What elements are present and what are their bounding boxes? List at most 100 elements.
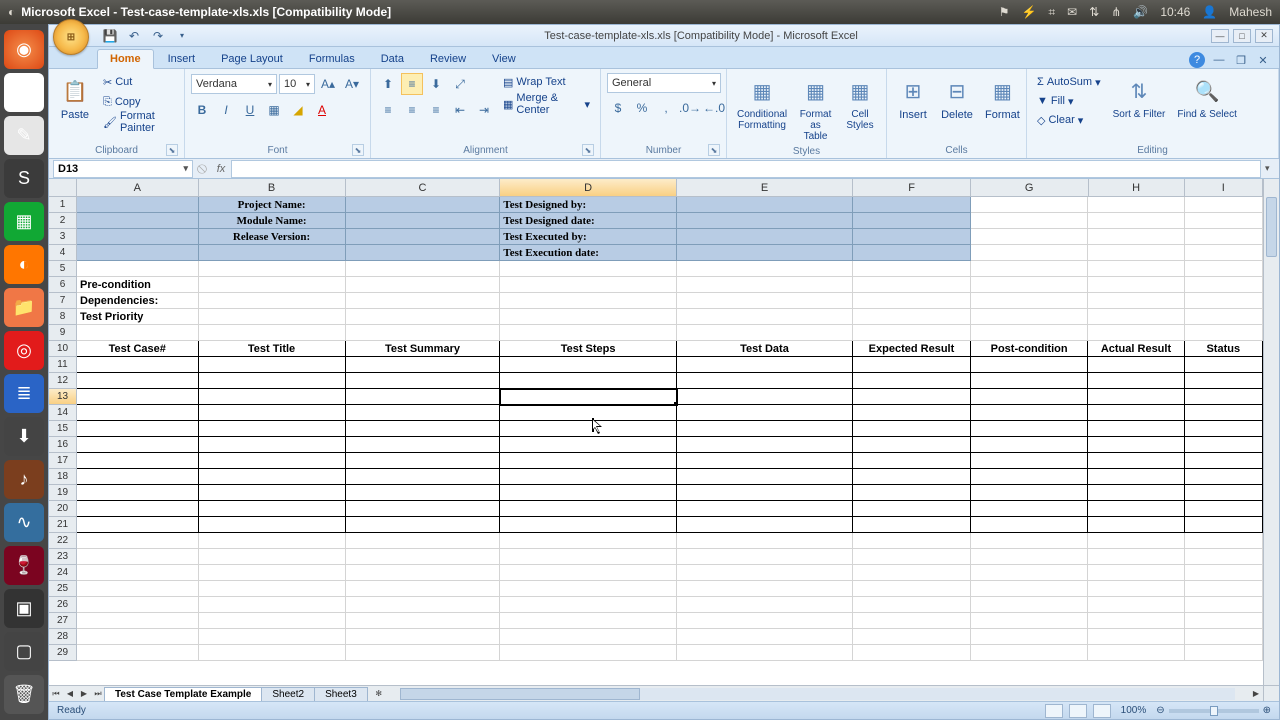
delete-cells-button[interactable]: ⊟Delete xyxy=(937,73,977,123)
sheet-tab-2[interactable]: Sheet2 xyxy=(261,687,315,701)
gedit-icon[interactable]: ✎ xyxy=(4,116,44,155)
tab-review[interactable]: Review xyxy=(418,50,478,68)
align-center-icon[interactable]: ≡ xyxy=(401,99,423,121)
align-right-icon[interactable]: ≡ xyxy=(425,99,447,121)
font-name-combo[interactable]: Verdana▾ xyxy=(191,74,277,94)
shrink-font-icon[interactable]: A▾ xyxy=(341,73,363,95)
cancel-formula-icon[interactable]: ⦸ xyxy=(193,160,211,178)
help-icon[interactable]: ? xyxy=(1189,52,1205,68)
insert-cells-button[interactable]: ⊞Insert xyxy=(893,73,933,123)
cell-styles-button[interactable]: ▦Cell Styles xyxy=(840,73,880,133)
sublime-icon[interactable]: S xyxy=(4,159,44,198)
bold-button[interactable]: B xyxy=(191,99,213,121)
grow-font-icon[interactable]: A▴ xyxy=(317,73,339,95)
tab-page-layout[interactable]: Page Layout xyxy=(209,50,295,68)
page-break-view-icon[interactable] xyxy=(1093,704,1111,718)
autosum-button[interactable]: Σ AutoSum ▾ xyxy=(1033,73,1105,91)
borders-button[interactable]: ▦ xyxy=(263,99,285,121)
normal-view-icon[interactable] xyxy=(1045,704,1063,718)
increase-indent-icon[interactable]: ⇥ xyxy=(473,99,495,121)
currency-icon[interactable]: $ xyxy=(607,97,629,119)
trash-icon[interactable]: 🗑 xyxy=(4,675,44,714)
align-top-icon[interactable]: ⬆ xyxy=(377,73,399,95)
comma-icon[interactable]: , xyxy=(655,97,677,119)
zoom-in-icon[interactable]: ⊕ xyxy=(1263,705,1271,716)
horizontal-scrollbar[interactable] xyxy=(400,688,1235,700)
increase-decimal-icon[interactable]: .0→ xyxy=(679,97,701,119)
tab-data[interactable]: Data xyxy=(369,50,416,68)
sheet-nav-first-icon[interactable]: ⏮ xyxy=(49,687,63,701)
volume-icon[interactable]: 🔊 xyxy=(1133,5,1148,19)
format-as-table-button[interactable]: ▦Format as Table xyxy=(795,73,836,144)
underline-button[interactable]: U xyxy=(239,99,261,121)
tab-insert[interactable]: Insert xyxy=(156,50,208,68)
orientation-icon[interactable]: ⤢ xyxy=(449,73,471,95)
merge-center-button[interactable]: ▦ Merge & Center ▾ xyxy=(499,95,594,113)
cells-area[interactable]: Project Name:Test Designed by:Module Nam… xyxy=(77,197,1263,685)
software-center-icon[interactable]: ◎ xyxy=(4,331,44,370)
align-bottom-icon[interactable]: ⬇ xyxy=(425,73,447,95)
sheet-tab-1[interactable]: Test Case Template Example xyxy=(104,687,262,701)
column-headers[interactable]: ABCDEFGHI xyxy=(77,179,1263,197)
inner-close-button[interactable]: ✕ xyxy=(1255,52,1271,68)
redo-icon[interactable]: ↷ xyxy=(149,27,167,45)
wine-icon[interactable]: 🍷 xyxy=(4,546,44,585)
dropbox-icon[interactable]: ⌗ xyxy=(1048,5,1055,20)
tab-formulas[interactable]: Formulas xyxy=(297,50,367,68)
number-dialog-icon[interactable]: ⬊ xyxy=(708,144,720,156)
network-icon[interactable]: ⇅ xyxy=(1089,5,1099,19)
percent-icon[interactable]: % xyxy=(631,97,653,119)
office-button[interactable]: ⊞ xyxy=(53,19,89,55)
copy-button[interactable]: ⎘ Copy xyxy=(99,93,178,111)
minimize-button[interactable]: — xyxy=(1211,29,1229,43)
decrease-decimal-icon[interactable]: ←.0 xyxy=(703,97,725,119)
conditional-formatting-button[interactable]: ▦Conditional Formatting xyxy=(733,73,791,133)
sheet-nav-prev-icon[interactable]: ◀ xyxy=(63,687,77,701)
select-all-corner[interactable] xyxy=(49,179,77,197)
mail-icon[interactable]: ✉ xyxy=(1067,5,1077,19)
formula-input[interactable] xyxy=(231,160,1261,178)
files-icon[interactable]: 📁 xyxy=(4,288,44,327)
flag-icon[interactable]: ⚑ xyxy=(999,5,1010,19)
qat-customize-icon[interactable]: ▾ xyxy=(173,27,191,45)
clear-button[interactable]: ◇ Clear ▾ xyxy=(1033,111,1105,129)
libreoffice-calc-icon[interactable]: ▦ xyxy=(4,202,44,241)
name-box[interactable]: D13▾ xyxy=(53,160,193,178)
undo-icon[interactable]: ↶ xyxy=(125,27,143,45)
paste-button[interactable]: 📋Paste xyxy=(55,73,95,123)
tab-home[interactable]: Home xyxy=(97,49,154,69)
find-select-button[interactable]: 🔍Find & Select xyxy=(1173,73,1240,122)
rhythmbox-icon[interactable]: ♪ xyxy=(4,460,44,499)
expand-formula-bar-icon[interactable]: ▾ xyxy=(1265,163,1279,174)
sort-filter-button[interactable]: ⇅Sort & Filter xyxy=(1109,73,1170,122)
inner-minimize-button[interactable]: — xyxy=(1211,52,1227,68)
vertical-scrollbar[interactable] xyxy=(1263,179,1279,685)
align-left-icon[interactable]: ≡ xyxy=(377,99,399,121)
terminal-icon[interactable]: ▢ xyxy=(4,632,44,671)
fill-button[interactable]: ▼ Fill ▾ xyxy=(1033,92,1105,110)
alignment-dialog-icon[interactable]: ⬊ xyxy=(582,144,594,156)
sheet-nav-last-icon[interactable]: ⏭ xyxy=(91,687,105,701)
bolt-icon[interactable]: ⚡ xyxy=(1021,5,1036,19)
zoom-out-icon[interactable]: ⊖ xyxy=(1156,705,1164,716)
username[interactable]: Mahesh xyxy=(1229,5,1272,19)
wifi-icon[interactable]: ⋔ xyxy=(1111,5,1121,19)
clipboard-dialog-icon[interactable]: ⬊ xyxy=(166,144,178,156)
font-dialog-icon[interactable]: ⬊ xyxy=(352,144,364,156)
maximize-button[interactable]: □ xyxy=(1233,29,1251,43)
sheet-nav-next-icon[interactable]: ▶ xyxy=(77,687,91,701)
format-painter-button[interactable]: 🖌 Format Painter xyxy=(99,113,178,131)
libreoffice-writer-icon[interactable]: ≣ xyxy=(4,374,44,413)
fx-icon[interactable]: fx xyxy=(211,163,231,175)
format-cells-button[interactable]: ▦Format xyxy=(981,73,1024,123)
zoom-level[interactable]: 100% xyxy=(1121,705,1147,716)
chrome-icon[interactable]: ◉ xyxy=(4,73,44,112)
row-headers[interactable]: 1234567891011121314151617181920212223242… xyxy=(49,197,77,685)
wrap-text-button[interactable]: ▤ Wrap Text xyxy=(499,73,594,91)
number-format-combo[interactable]: General▾ xyxy=(607,73,721,93)
decrease-indent-icon[interactable]: ⇤ xyxy=(449,99,471,121)
zoom-slider[interactable] xyxy=(1169,709,1259,713)
new-sheet-icon[interactable]: ✻ xyxy=(372,687,386,701)
python-icon[interactable]: ∿ xyxy=(4,503,44,542)
save-icon[interactable]: 💾 xyxy=(101,27,119,45)
